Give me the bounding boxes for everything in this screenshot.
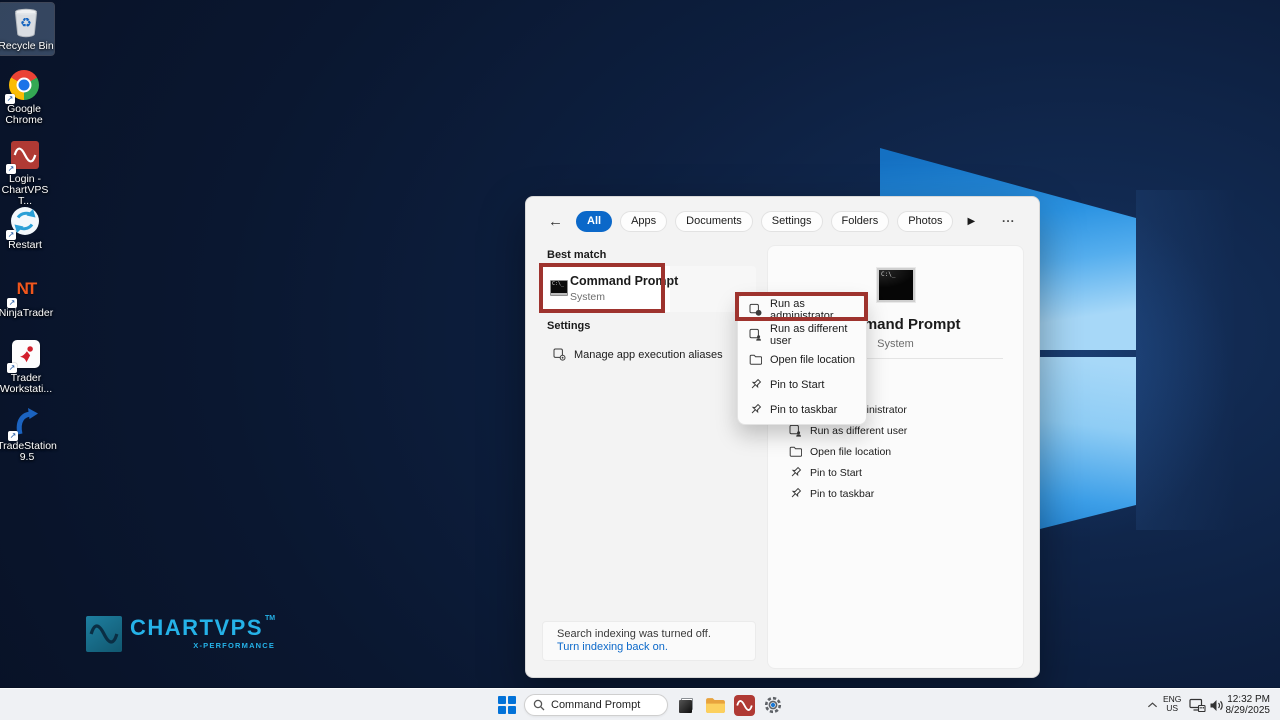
- context-menu-open-file-location[interactable]: Open file location: [738, 347, 866, 372]
- chartvps-login-icon: ↗: [8, 138, 42, 172]
- desktop-icon-label: Google Chrome: [0, 104, 52, 126]
- watermark-brand: CHARTVPS: [130, 616, 263, 640]
- desktop-icon-label: Recycle Bin: [0, 41, 54, 52]
- shortcut-arrow-icon: ↗: [8, 431, 18, 441]
- tray-time: 12:32 PM: [1227, 694, 1270, 705]
- taskbar-search-value: Command Prompt: [551, 699, 640, 711]
- taskbar: Command Prompt ENG US: [0, 688, 1280, 720]
- search-filter-tabs: ← All Apps Documents Settings Folders Ph…: [526, 209, 1039, 233]
- desktop-icon-login-chartvps[interactable]: ↗ Login - ChartVPS T...: [0, 136, 53, 210]
- desktop-icon-tradestation[interactable]: ↗ TradeStation 9.5: [0, 403, 55, 466]
- file-explorer-icon: [705, 697, 726, 714]
- windows-logo-icon: [498, 696, 516, 714]
- best-match-result-command-prompt[interactable]: C:\_ Command Prompt System: [542, 266, 756, 312]
- pin-icon: [749, 403, 762, 416]
- back-button[interactable]: ←: [548, 213, 568, 230]
- chevron-up-icon: [1147, 701, 1158, 709]
- settings-button[interactable]: [761, 693, 785, 717]
- shortcut-arrow-icon: ↗: [6, 164, 16, 174]
- tradestation-icon: ↗: [10, 405, 44, 439]
- tab-documents[interactable]: Documents: [675, 211, 753, 232]
- context-menu-run-as-different-user[interactable]: Run as different user: [738, 322, 866, 347]
- app-alias-icon: [553, 348, 566, 361]
- recycle-bin-icon: ♻: [9, 5, 43, 39]
- watermark-tagline: X-PERFORMANCE: [193, 641, 275, 650]
- run-as-admin-icon: [749, 303, 762, 316]
- command-prompt-icon-large: C:\_: [877, 268, 915, 302]
- ninjatrader-icon: NT ↗: [9, 272, 43, 306]
- tab-folders[interactable]: Folders: [831, 211, 890, 232]
- desktop-icon-label: Trader Workstati...: [0, 373, 54, 395]
- preview-action-pin-to-taskbar[interactable]: Pin to taskbar: [768, 483, 1023, 504]
- desktop-icon-label: Restart: [8, 240, 42, 251]
- preview-action-pin-to-start[interactable]: Pin to Start: [768, 462, 1023, 483]
- trader-workstation-icon: ↗: [9, 337, 43, 371]
- settings-section-label: Settings: [547, 320, 590, 332]
- tab-apps[interactable]: Apps: [620, 211, 667, 232]
- chartvps-app-button[interactable]: [732, 693, 756, 717]
- file-explorer-button[interactable]: [703, 693, 727, 717]
- pin-icon: [749, 378, 762, 391]
- clock[interactable]: 12:32 PM 8/29/2025: [1224, 694, 1270, 716]
- taskbar-search-box[interactable]: Command Prompt: [524, 694, 668, 716]
- settings-gear-icon: [762, 694, 784, 716]
- context-menu-pin-to-taskbar[interactable]: Pin to taskbar: [738, 397, 866, 422]
- language-indicator[interactable]: ENG US: [1163, 695, 1181, 713]
- tab-photos[interactable]: Photos: [897, 211, 953, 232]
- preview-action-open-file-location[interactable]: Open file location: [768, 441, 1023, 462]
- settings-result-manage-aliases[interactable]: Manage app execution aliases: [542, 340, 756, 369]
- run-as-different-user-icon: [749, 328, 762, 341]
- desktop-icon-google-chrome[interactable]: ↗ Google Chrome: [0, 66, 52, 129]
- context-menu-pin-to-start[interactable]: Pin to Start: [738, 372, 866, 397]
- desktop-icon-trader-workstation[interactable]: ↗ Trader Workstati...: [0, 335, 54, 398]
- ethernet-icon: [1189, 698, 1206, 713]
- chrome-icon: ↗: [7, 68, 41, 102]
- speaker-icon: [1209, 699, 1224, 712]
- run-as-different-user-icon: [789, 424, 802, 437]
- tray-date: 8/29/2025: [1226, 705, 1271, 716]
- desktop-icon-label: NinjaTrader: [0, 308, 53, 319]
- command-prompt-icon: C:\_: [550, 280, 568, 296]
- desktop-icon-recycle-bin[interactable]: ♻ Recycle Bin: [0, 3, 54, 55]
- watermark-tm: TM: [265, 615, 275, 622]
- shortcut-arrow-icon: ↗: [7, 363, 17, 373]
- turn-indexing-on-link[interactable]: Turn indexing back on.: [557, 641, 741, 653]
- shortcut-arrow-icon: ↗: [7, 298, 17, 308]
- desktop-icon-restart[interactable]: ↗ Restart: [0, 202, 53, 254]
- search-indexing-notice: Search indexing was turned off. Turn ind…: [542, 621, 756, 661]
- shortcut-arrow-icon: ↗: [6, 230, 16, 240]
- tab-all[interactable]: All: [576, 211, 612, 232]
- settings-result-label: Manage app execution aliases: [574, 349, 723, 361]
- chartvps-logo-icon: [86, 616, 122, 652]
- pin-icon: [789, 487, 802, 500]
- context-menu-run-as-administrator[interactable]: Run as administrator: [738, 297, 866, 322]
- folder-icon: [789, 445, 802, 458]
- search-flyout-panel: ← All Apps Documents Settings Folders Ph…: [525, 196, 1040, 678]
- more-tabs-icon[interactable]: ▶: [967, 216, 975, 227]
- wallpaper-light-ray: [1136, 190, 1280, 530]
- chartvps-watermark: CHARTVPS TM X-PERFORMANCE: [86, 616, 275, 652]
- result-title: Command Prompt: [570, 274, 678, 288]
- tray-overflow-button[interactable]: [1140, 693, 1164, 717]
- desktop-icon-label: TradeStation 9.5: [0, 441, 57, 463]
- restart-icon: ↗: [8, 204, 42, 238]
- indexing-message: Search indexing was turned off.: [557, 628, 741, 640]
- best-match-section-label: Best match: [547, 249, 606, 261]
- folder-icon: [749, 353, 762, 366]
- desktop-icon-ninjatrader[interactable]: NT ↗ NinjaTrader: [0, 270, 54, 322]
- tab-settings[interactable]: Settings: [761, 211, 823, 232]
- recycle-symbol-icon: ♻: [20, 15, 32, 31]
- options-ellipsis-button[interactable]: ...: [1002, 211, 1015, 225]
- shortcut-arrow-icon: ↗: [5, 94, 15, 104]
- result-subtitle: System: [570, 291, 605, 303]
- context-menu: Run as administrator Run as different us…: [737, 294, 867, 425]
- task-view-icon: [677, 697, 695, 714]
- search-icon: [533, 699, 545, 711]
- chartvps-app-icon: [734, 695, 755, 716]
- task-view-button[interactable]: [674, 693, 698, 717]
- start-button[interactable]: [498, 696, 516, 714]
- pin-icon: [789, 466, 802, 479]
